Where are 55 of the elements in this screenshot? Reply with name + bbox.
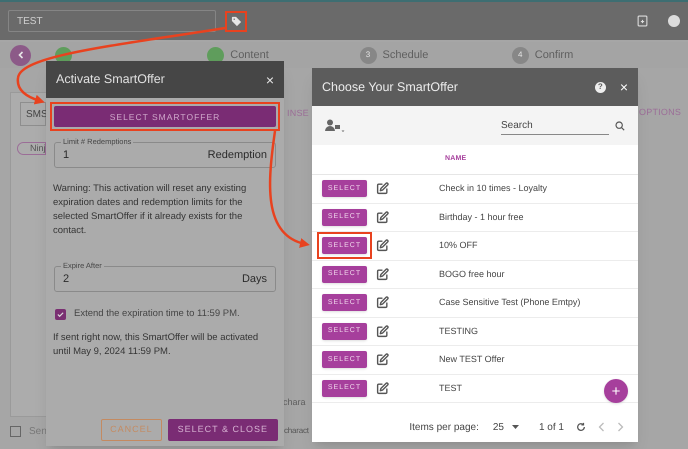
edit-icon[interactable] <box>376 239 389 252</box>
user-lock-icon[interactable] <box>325 118 345 132</box>
button-fill: SELECT SMARTOFFER <box>54 106 276 127</box>
edit-icon[interactable] <box>376 324 389 338</box>
close-button[interactable]: × <box>266 72 274 86</box>
add-button[interactable]: + <box>604 379 628 403</box>
help-button[interactable]: ? <box>594 82 606 92</box>
edit-icon[interactable] <box>376 268 389 281</box>
offer-name: 10% OFF <box>439 239 478 252</box>
close-button[interactable]: × <box>620 80 628 94</box>
step-label: Schedule <box>382 48 428 63</box>
step-label: Content <box>230 48 269 63</box>
extend-label: Extend the expiration time to 11:59 PM. <box>74 307 240 321</box>
step-number: 3 <box>360 46 376 64</box>
character-count: chara <box>283 396 306 409</box>
edit-icon[interactable] <box>376 353 389 366</box>
page-range: 1 of 1 <box>538 420 564 434</box>
offer-name: BOGO free hour <box>439 268 505 280</box>
field-value: 2 <box>63 272 70 287</box>
field-suffix: Days <box>242 272 267 287</box>
tag-icon[interactable] <box>230 16 242 26</box>
select-smartoffer-button[interactable]: SELECT SMARTOFFER <box>50 102 280 131</box>
select-close-button[interactable]: SELECT & CLOSE <box>168 419 278 441</box>
caret-icon <box>512 425 519 429</box>
search-icon <box>615 120 625 130</box>
edit-icon[interactable] <box>376 382 389 395</box>
offer-name: Case Sensitive Test (Phone Emtpy) <box>439 296 580 309</box>
dialog-title: Choose Your SmartOffer <box>322 78 459 96</box>
edit-icon[interactable] <box>376 182 389 196</box>
save-icon[interactable] <box>637 15 648 27</box>
extend-checkbox[interactable] <box>55 308 66 320</box>
items-per-page-label: Items per page: <box>409 420 479 434</box>
chevron-left-icon <box>16 51 24 59</box>
offer-name: Check in 10 times - Loyalty <box>439 182 548 195</box>
back-button[interactable] <box>10 44 31 66</box>
send-checkbox[interactable] <box>10 426 21 437</box>
refresh-icon[interactable] <box>576 422 586 432</box>
offer-name: TESTING <box>439 324 478 338</box>
offer-name: Birthday - 1 hour free <box>439 210 524 224</box>
offer-name: TEST <box>439 382 462 394</box>
step-number: 4 <box>512 46 529 64</box>
offer-name: New TEST Offer <box>439 353 505 366</box>
edit-icon[interactable] <box>376 210 389 224</box>
search-field[interactable]: Search <box>501 116 609 134</box>
character-count: charact <box>284 425 309 437</box>
warning-text: Warning: This activation will reset any existing expiration dates and redemption limits for the selected SmartOffer if it already exists for the contact. <box>53 182 248 238</box>
dialog-title: Activate SmartOffer <box>56 71 165 88</box>
campaign-name-field[interactable]: TEST <box>8 10 216 32</box>
checkmark-icon <box>57 310 64 318</box>
field-value: 1 <box>63 148 70 163</box>
field-suffix: Redemption <box>208 148 267 163</box>
step-label: Confirm <box>534 48 574 63</box>
page-size-select[interactable]: 25 <box>492 420 519 434</box>
edit-icon[interactable] <box>376 296 389 310</box>
activation-note: If sent right now, this SmartOffer will be activated until May 9, 2024 11:59 PM. <box>53 331 260 360</box>
